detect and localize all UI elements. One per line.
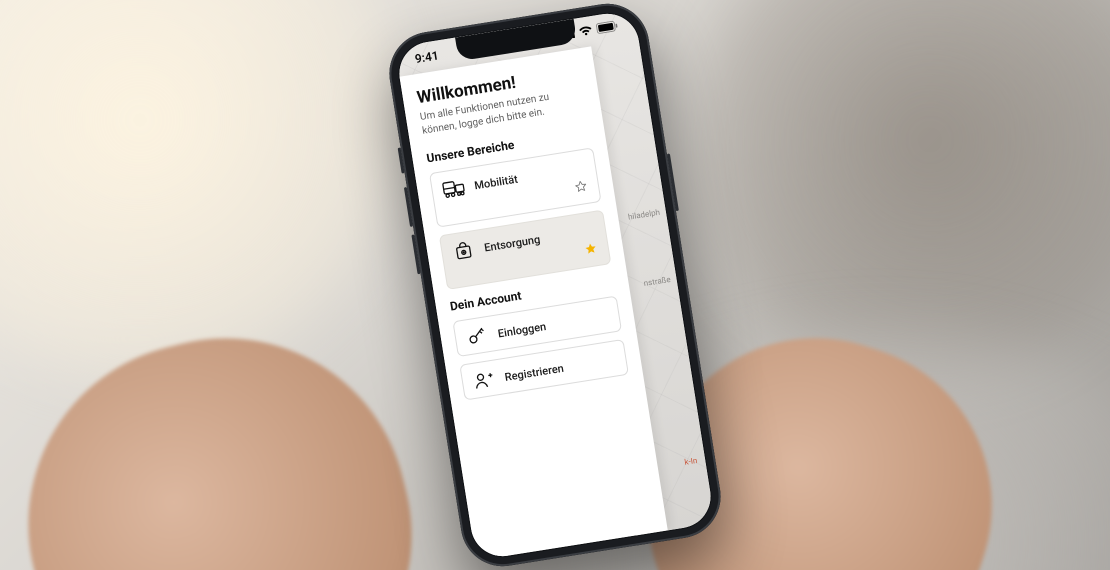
close-icon	[651, 55, 666, 70]
favorite-toggle[interactable]	[582, 240, 599, 261]
wifi-icon	[578, 24, 594, 40]
area-card-label: Mobilität	[473, 172, 518, 192]
map-label: hiladelph	[627, 208, 660, 222]
account-card-label: Registrieren	[504, 361, 565, 383]
star-filled-icon	[582, 241, 598, 257]
bus-icon	[441, 177, 466, 200]
map-label: nstraße	[643, 275, 671, 288]
close-button[interactable]	[642, 46, 674, 78]
map-label: k-In	[684, 456, 698, 467]
bag-icon	[451, 239, 476, 262]
account-card-label: Einloggen	[497, 319, 547, 339]
background-blur	[690, 0, 1110, 380]
background-blur	[0, 0, 400, 380]
favorite-toggle[interactable]	[572, 178, 589, 199]
area-card-label: Entsorgung	[483, 232, 541, 254]
star-outline-icon	[573, 179, 589, 195]
phone-mockup: hiladelph nstraße k-In 9:41	[383, 0, 726, 570]
status-time: 9:41	[414, 48, 440, 66]
user-plus-icon	[472, 369, 497, 392]
key-icon	[465, 325, 490, 348]
battery-icon	[596, 20, 620, 37]
